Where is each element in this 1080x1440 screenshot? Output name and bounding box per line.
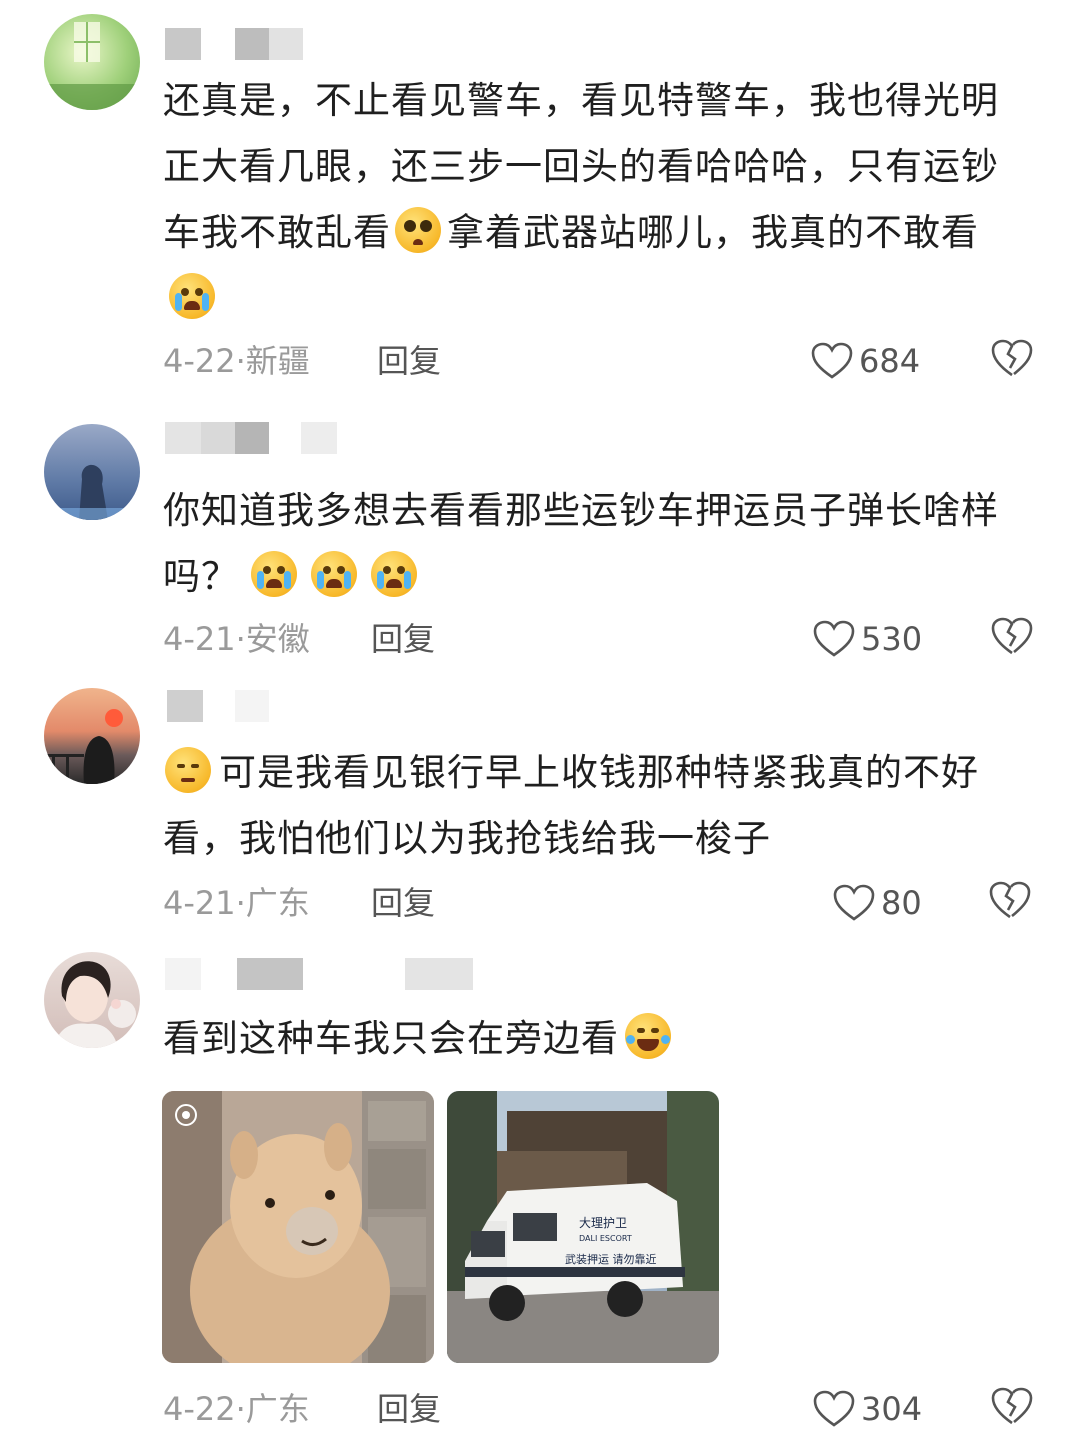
reply-button[interactable]: 回复 (377, 1384, 441, 1434)
escort-van-photo[interactable]: 大理护卫 DALI ESCORT 武装押运 请勿靠近 (447, 1091, 719, 1363)
reply-button[interactable]: 回复 (371, 878, 435, 928)
like-button[interactable]: 530 (813, 614, 922, 664)
unamused-face-icon (165, 747, 211, 793)
comment-text: 看到这种车我只会在旁边看 (163, 1006, 1043, 1072)
comment-meta: 4-21·安徽 回复 530 (163, 614, 1043, 664)
van-label-en: DALI ESCORT (579, 1234, 632, 1243)
comment-text: 还真是，不止看见警车，看见特警车，我也得光明 正大看几眼，还三步一回头的看哈哈哈… (163, 68, 1043, 332)
reply-button[interactable]: 回复 (377, 336, 441, 386)
tears-of-joy-face-icon (625, 1013, 671, 1059)
avatar[interactable] (44, 424, 140, 520)
like-count: 304 (861, 1390, 923, 1428)
like-button[interactable]: 304 (813, 1384, 922, 1434)
dislike-button[interactable] (991, 338, 1033, 392)
dislike-button[interactable] (991, 1386, 1033, 1440)
comment-text: 你知道我多想去看看那些运钞车押运员子弹长啥样 吗？ (163, 489, 999, 598)
broken-heart-icon (991, 1387, 1033, 1425)
heart-icon (833, 884, 875, 921)
dislike-button[interactable] (989, 880, 1031, 934)
broken-heart-icon (991, 617, 1033, 655)
date-location: 4-21·广东 (163, 884, 310, 922)
date-location: 4-22·新疆 (163, 342, 310, 380)
date-location: 4-21·安徽 (163, 620, 310, 658)
comment-meta: 4-21·广东 回复 80 (163, 878, 1043, 928)
avatar-girl-image (54, 961, 136, 1048)
heart-icon (811, 342, 853, 379)
date-location: 4-22·广东 (163, 1390, 310, 1428)
van-label-cn: 大理护卫 (579, 1216, 627, 1230)
dislike-button[interactable] (991, 616, 1033, 670)
like-count: 530 (861, 620, 923, 658)
like-button[interactable]: 80 (833, 878, 922, 928)
pleading-face-icon (395, 207, 441, 253)
comment-meta: 4-22·新疆 回复 684 (163, 336, 1043, 386)
like-count: 684 (859, 342, 921, 380)
broken-heart-icon (991, 339, 1033, 377)
like-button[interactable]: 684 (811, 336, 920, 386)
loudly-crying-face-icon (169, 273, 215, 319)
avatar-silhouette-image (44, 464, 140, 520)
loudly-crying-face-icon (251, 551, 297, 597)
loudly-crying-face-icon (371, 551, 417, 597)
loudly-crying-face-icon (311, 551, 357, 597)
avatar[interactable] (44, 952, 140, 1048)
comment-text: 可是我看见银行早上收钱那种特紧我真的不好 看，我怕他们以为我抢钱给我一梭子 (163, 740, 1043, 872)
comment-meta: 4-22·广东 回复 304 (163, 1384, 1043, 1434)
reply-button[interactable]: 回复 (371, 614, 435, 664)
like-count: 80 (881, 884, 922, 922)
avatar[interactable] (44, 14, 140, 110)
avatar-sunset-image (44, 709, 123, 784)
avatar[interactable] (44, 688, 140, 784)
avatar-window-image (44, 22, 140, 110)
alpaca-photo[interactable] (162, 1091, 434, 1363)
broken-heart-icon (989, 881, 1031, 919)
van-warning: 武装押运 请勿靠近 (565, 1252, 657, 1266)
heart-icon (813, 620, 855, 657)
heart-icon (813, 1390, 855, 1427)
